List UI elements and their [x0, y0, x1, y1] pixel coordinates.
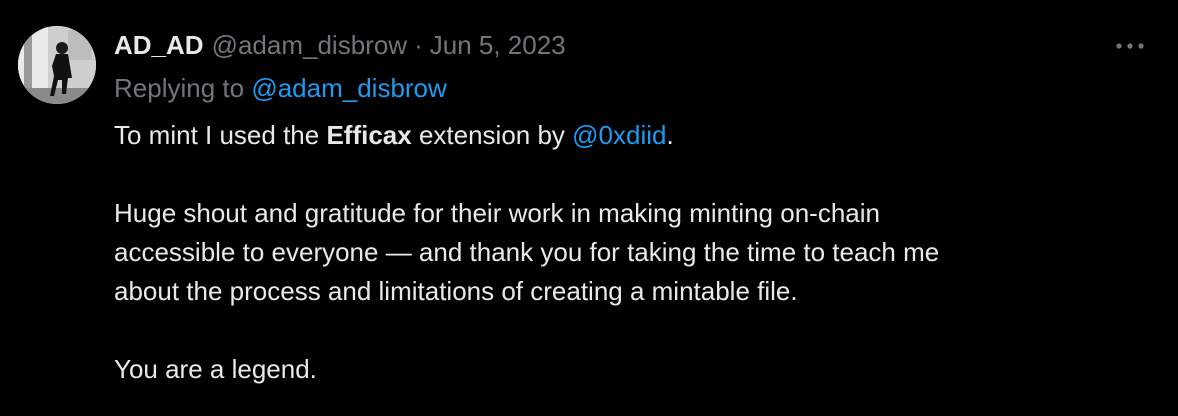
- tweet-text: To mint I used the Efficax extension by …: [114, 116, 1154, 389]
- user-handle[interactable]: @adam_disbrow: [212, 28, 407, 62]
- tweet-text-part: extension by: [411, 120, 573, 150]
- tweet-paragraph-line: accessible to everyone — and thank you f…: [114, 237, 940, 267]
- tweet-bold-text: Efficax: [326, 120, 412, 150]
- tweet-header: AD_AD @adam_disbrow · Jun 5, 2023: [114, 28, 566, 62]
- avatar[interactable]: [18, 26, 96, 104]
- mention-link[interactable]: @0xdiid: [572, 120, 666, 150]
- tweet-closing: You are a legend.: [114, 354, 317, 384]
- tweet-paragraph-line: Huge shout and gratitude for their work …: [114, 198, 880, 228]
- display-name[interactable]: AD_AD: [114, 28, 204, 62]
- avatar-photo: [18, 26, 96, 104]
- tweet-text-part: To mint I used the: [114, 120, 327, 150]
- tweet-text-part: .: [666, 120, 674, 150]
- tweet-paragraph-line: about the process and limitations of cre…: [114, 276, 798, 306]
- replying-to-label: Replying to: [114, 73, 245, 103]
- tweet-line-1: To mint I used the Efficax extension by …: [114, 116, 1154, 155]
- header-separator: ·: [414, 30, 423, 60]
- more-options-button[interactable]: [1112, 34, 1148, 58]
- replying-to-handle[interactable]: @adam_disbrow: [251, 73, 446, 103]
- more-horizontal-icon: [1116, 43, 1144, 49]
- tweet-date[interactable]: Jun 5, 2023: [430, 28, 566, 62]
- replying-to: Replying to @adam_disbrow: [114, 71, 447, 105]
- tweet: AD_AD @adam_disbrow · Jun 5, 2023 Replyi…: [0, 0, 1178, 416]
